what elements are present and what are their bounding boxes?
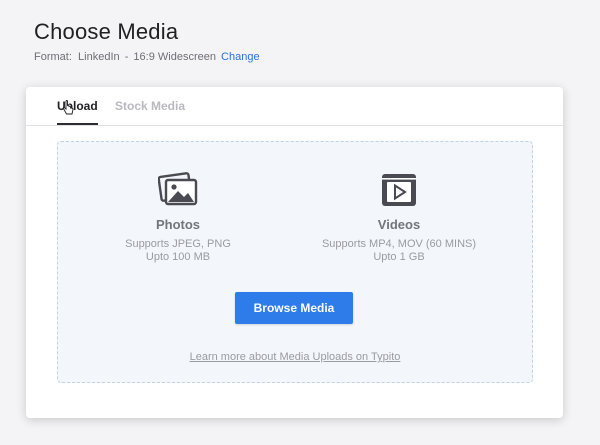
photos-limit: Upto 100 MB (145, 251, 211, 263)
video-play-icon (382, 174, 416, 206)
page-title: Choose Media (34, 19, 179, 44)
tab-stock-media[interactable]: Stock Media (115, 99, 185, 113)
media-tabs: Upload Stock Media (26, 87, 563, 126)
videos-supports: Supports MP4, MOV (60 MINS) (321, 238, 477, 250)
videos-title: Videos (377, 217, 421, 232)
photos-section: Photos Supports JPEG, PNG Upto 100 MB (78, 172, 278, 264)
photos-supports: Supports JPEG, PNG (125, 238, 231, 250)
upload-dropzone[interactable]: Photos Supports JPEG, PNG Upto 100 MB Vi… (57, 141, 533, 383)
learn-more-link[interactable]: Learn more about Media Uploads on Typito (58, 351, 532, 363)
change-format-link[interactable]: Change (221, 51, 260, 63)
videos-section: Videos Supports MP4, MOV (60 MINS) Upto … (299, 172, 499, 264)
browse-media-button[interactable]: Browse Media (235, 292, 353, 324)
hand-cursor-icon (63, 100, 74, 115)
media-card: Upload Stock Media Photos Supports JPEG,… (26, 87, 563, 418)
format-platform: LinkedIn (78, 51, 120, 63)
photos-title: Photos (155, 217, 201, 232)
format-ratio: 16:9 Widescreen (133, 51, 216, 63)
format-separator: - (124, 51, 129, 63)
videos-limit: Upto 1 GB (373, 251, 425, 263)
photos-icon (158, 172, 198, 206)
format-label: Format: (34, 51, 72, 63)
format-info: Format: LinkedIn - 16:9 Widescreen Chang… (34, 51, 260, 63)
choose-media-page: Choose Media Format: LinkedIn - 16:9 Wid… (0, 0, 600, 445)
